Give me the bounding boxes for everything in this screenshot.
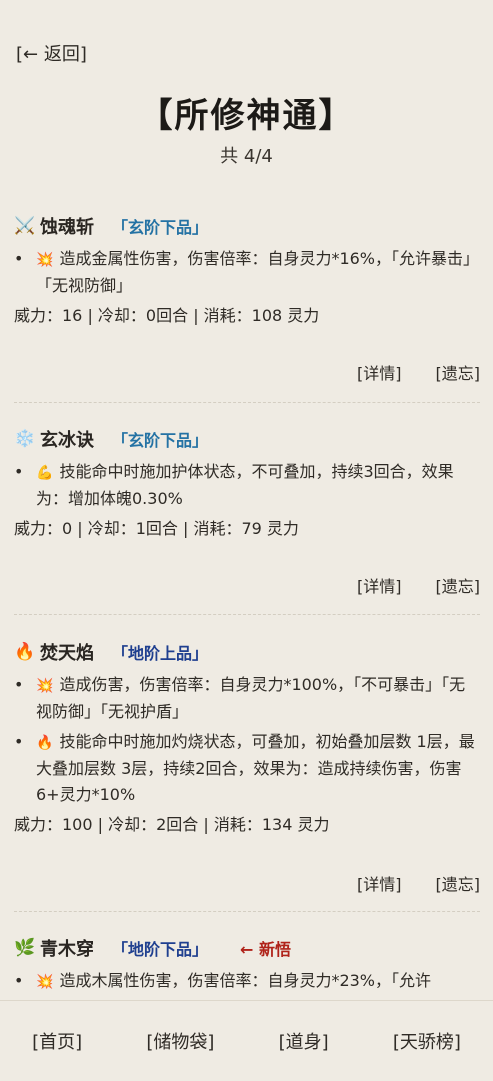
- bottom-nav: [首页] [储物袋] [道身] [天骄榜]: [0, 1000, 493, 1081]
- nav-home[interactable]: [首页]: [32, 1028, 82, 1054]
- skill-actions: [详情] [遗忘]: [357, 360, 480, 384]
- fire-icon: 🔥: [14, 642, 36, 662]
- skill-header: 🔥 焚天焰 「地阶上品」: [14, 638, 480, 666]
- explosion-icon: 💥: [36, 252, 54, 268]
- nav-storage-bag[interactable]: [储物袋]: [146, 1028, 214, 1054]
- skill-name: 青木穿: [40, 939, 94, 960]
- skill-name: 蚀魂斩: [40, 217, 94, 238]
- skill-card-shihunzhan: ⚔️ 蚀魂斩 「玄阶下品」 💥造成金属性伤害，伤害倍率：自身灵力*16%，「允许…: [14, 212, 480, 392]
- skill-stats: 威力：100 | 冷却：2回合 | 消耗：134 灵力: [14, 815, 330, 834]
- new-skill-tag: ← 新悟: [240, 940, 291, 959]
- skill-stats: 威力：0 | 冷却：1回合 | 消耗：79 灵力: [14, 519, 299, 538]
- skill-rank: 「玄阶下品」: [112, 431, 209, 450]
- detail-button[interactable]: [详情]: [357, 871, 402, 895]
- skill-stats: 威力：16 | 冷却：0回合 | 消耗：108 灵力: [14, 306, 320, 325]
- snowflake-icon: ❄️: [14, 429, 36, 449]
- effect-list: 💥造成伤害，伤害倍率：自身灵力*100%，「不可暴击」「无视防御」「无视护盾」 …: [14, 672, 480, 808]
- crossed-swords-icon: ⚔️: [14, 216, 36, 236]
- effect-item: 💪技能命中时施加护体状态，不可叠加，持续3回合，效果为：增加体魄0.30%: [14, 459, 480, 512]
- nav-dao-body[interactable]: [道身]: [279, 1028, 329, 1054]
- effect-list: 💥 造成木属性伤害，伤害倍率：自身灵力*23%，「允许: [14, 968, 480, 995]
- skill-card-xuanbingjue: ❄️ 玄冰诀 「玄阶下品」 💪技能命中时施加护体状态，不可叠加，持续3回合，效果…: [14, 425, 480, 605]
- skill-actions: [详情] [遗忘]: [357, 871, 480, 895]
- divider: [14, 402, 480, 403]
- skill-card-fentianyan: 🔥 焚天焰 「地阶上品」 💥造成伤害，伤害倍率：自身灵力*100%，「不可暴击」…: [14, 638, 480, 898]
- effect-item: 💥 造成木属性伤害，伤害倍率：自身灵力*23%，「允许: [14, 968, 480, 995]
- skill-count: 共 4/4: [220, 146, 273, 167]
- effect-text: 造成伤害，伤害倍率：自身灵力*100%，「不可暴击」「无视防御」「无视护盾」: [36, 675, 466, 721]
- effect-text: 造成金属性伤害，伤害倍率：自身灵力*16%，「允许暴击」「无视防御」: [36, 249, 480, 295]
- skill-name: 玄冰诀: [40, 430, 94, 451]
- divider: [14, 911, 480, 912]
- skill-header: ❄️ 玄冰诀 「玄阶下品」: [14, 425, 480, 453]
- effect-item: 🔥技能命中时施加灼烧状态，可叠加，初始叠加层数 1层，最大叠加层数 3层，持续2…: [14, 729, 480, 808]
- effect-text: 技能命中时施加灼烧状态，可叠加，初始叠加层数 1层，最大叠加层数 3层，持续2回…: [36, 732, 475, 804]
- flexed-biceps-icon: 💪: [36, 465, 54, 481]
- explosion-icon: 💥: [36, 678, 54, 694]
- skill-header: 🌿 青木穿 「地阶下品」 ← 新悟: [14, 934, 480, 962]
- page-title: 【所修神通】: [138, 96, 355, 136]
- forget-button[interactable]: [遗忘]: [436, 871, 481, 895]
- effect-list: 💪技能命中时施加护体状态，不可叠加，持续3回合，效果为：增加体魄0.30%: [14, 459, 480, 512]
- skill-name: 焚天焰: [40, 643, 94, 664]
- effect-list: 💥造成金属性伤害，伤害倍率：自身灵力*16%，「允许暴击」「无视防御」: [14, 246, 480, 299]
- effect-item: 💥造成伤害，伤害倍率：自身灵力*100%，「不可暴击」「无视防御」「无视护盾」: [14, 672, 480, 725]
- forget-button[interactable]: [遗忘]: [436, 573, 481, 597]
- fire-icon: 🔥: [36, 735, 54, 751]
- skill-header: ⚔️ 蚀魂斩 「玄阶下品」: [14, 212, 480, 240]
- back-button[interactable]: [← 返回]: [16, 40, 87, 66]
- nav-ranking[interactable]: [天骄榜]: [393, 1028, 461, 1054]
- skill-actions: [详情] [遗忘]: [357, 573, 480, 597]
- effect-text: 技能命中时施加护体状态，不可叠加，持续3回合，效果为：增加体魄0.30%: [36, 462, 454, 508]
- explosion-icon: 💥: [36, 974, 54, 990]
- effect-item: 💥造成金属性伤害，伤害倍率：自身灵力*16%，「允许暴击」「无视防御」: [14, 246, 480, 299]
- forget-button[interactable]: [遗忘]: [436, 360, 481, 384]
- skill-rank: 「玄阶下品」: [112, 218, 209, 237]
- skill-rank: 「地阶下品」: [112, 940, 209, 959]
- effect-text: 造成木属性伤害，伤害倍率：自身灵力*23%，「允许: [59, 971, 432, 990]
- herb-icon: 🌿: [14, 938, 36, 958]
- detail-button[interactable]: [详情]: [357, 573, 402, 597]
- skill-rank: 「地阶上品」: [112, 644, 209, 663]
- skill-card-qingmuchuan: 🌿 青木穿 「地阶下品」 ← 新悟 💥 造成木属性伤害，伤害倍率：自身灵力*23%…: [14, 934, 480, 1000]
- detail-button[interactable]: [详情]: [357, 360, 402, 384]
- divider: [14, 614, 480, 615]
